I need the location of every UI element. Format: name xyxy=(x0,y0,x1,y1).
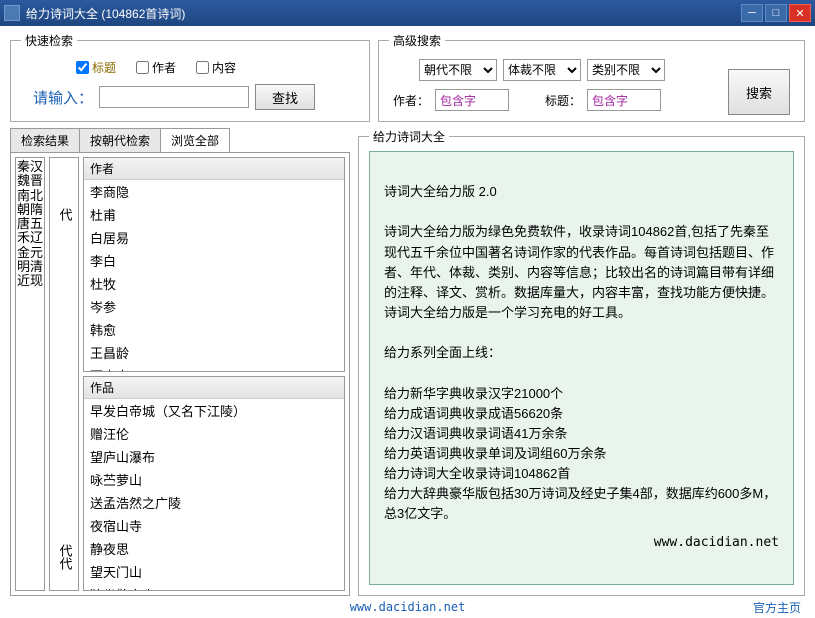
tab-results[interactable]: 检索结果 xyxy=(10,128,80,152)
quick-prompt: 请输入： xyxy=(33,87,93,108)
poem-panel: 给力诗词大全 诗词大全给力版 2.0 诗词大全给力版为绿色免费软件，收录诗词10… xyxy=(358,128,805,596)
list-item[interactable]: 岑参 xyxy=(84,295,344,318)
maximize-button[interactable]: □ xyxy=(765,4,787,22)
check-content[interactable]: 内容 xyxy=(196,59,236,76)
list-item[interactable]: 聂夷中 xyxy=(84,364,344,372)
check-title-box[interactable] xyxy=(76,61,89,74)
poem-legend: 给力诗词大全 xyxy=(369,128,449,145)
list-item[interactable]: 望庐山瀑布 xyxy=(84,445,344,468)
poem-url: www.dacidian.net xyxy=(384,533,779,553)
minimize-button[interactable]: ─ xyxy=(741,4,763,22)
footer: www.dacidian.net 官方主页 xyxy=(10,596,805,614)
list-item[interactable]: 李白 xyxy=(84,249,344,272)
list-item[interactable]: 李商隐 xyxy=(84,180,344,203)
poem-content[interactable]: 诗词大全给力版 2.0 诗词大全给力版为绿色免费软件，收录诗词104862首,包… xyxy=(369,151,794,585)
list-item[interactable]: 送孟浩然之广陵 xyxy=(84,491,344,514)
list-item[interactable]: 咏苎萝山 xyxy=(84,468,344,491)
list-item[interactable]: 赠汪伦 xyxy=(84,422,344,445)
dynasty-column-2[interactable]: 代 代代 xyxy=(49,157,79,591)
author-list[interactable]: 作者 李商隐杜甫白居易李白杜牧岑参韩愈王昌龄聂夷中 xyxy=(83,157,345,372)
author-label: 作者： xyxy=(393,92,429,109)
footer-site[interactable]: www.dacidian.net xyxy=(350,600,466,614)
list-item[interactable]: 夜宿山寺 xyxy=(84,514,344,537)
list-item[interactable]: 独坐敬亭山 xyxy=(84,583,344,591)
advanced-search-group: 高级搜索 朝代不限 体裁不限 类别不限 作者： 标题： 搜索 xyxy=(378,32,805,122)
list-item[interactable]: 静夜思 xyxy=(84,537,344,560)
find-button[interactable]: 查找 xyxy=(255,84,315,110)
list-item[interactable]: 早发白帝城（又名下江陵） xyxy=(84,399,344,422)
tab-dynasty[interactable]: 按朝代检索 xyxy=(79,128,161,152)
quick-legend: 快速检索 xyxy=(21,32,77,49)
footer-home-link[interactable]: 官方主页 xyxy=(753,599,801,616)
quick-input[interactable] xyxy=(99,86,249,108)
tab-browse-all[interactable]: 浏览全部 xyxy=(160,128,230,152)
list-item[interactable]: 杜甫 xyxy=(84,203,344,226)
work-list[interactable]: 作品 早发白帝城（又名下江陵）赠汪伦望庐山瀑布咏苎萝山送孟浩然之广陵夜宿山寺静夜… xyxy=(83,376,345,591)
dynasty-column[interactable]: 秦汉魏晋南北朝隋唐五禾辽金元明清近现 xyxy=(15,157,45,591)
check-content-box[interactable] xyxy=(196,61,209,74)
author-input[interactable] xyxy=(435,89,509,111)
close-button[interactable]: ✕ xyxy=(789,4,811,22)
left-pane: 检索结果 按朝代检索 浏览全部 秦汉魏晋南北朝隋唐五禾辽金元明清近现 代 代代 … xyxy=(10,128,350,596)
app-icon xyxy=(4,5,20,21)
title-input[interactable] xyxy=(587,89,661,111)
title-label: 标题： xyxy=(545,92,581,109)
window-title: 给力诗词大全 (104862首诗词) xyxy=(26,5,741,22)
search-button[interactable]: 搜索 xyxy=(728,69,790,115)
titlebar: 给力诗词大全 (104862首诗词) ─ □ ✕ xyxy=(0,0,815,26)
form-select[interactable]: 体裁不限 xyxy=(503,59,581,81)
check-title[interactable]: 标题 xyxy=(76,59,116,76)
quick-search-group: 快速检索 标题 作者 内容 请输入： 查找 xyxy=(10,32,370,122)
category-select[interactable]: 类别不限 xyxy=(587,59,665,81)
author-header: 作者 xyxy=(84,158,344,180)
list-item[interactable]: 王昌龄 xyxy=(84,341,344,364)
list-item[interactable]: 望天门山 xyxy=(84,560,344,583)
list-item[interactable]: 杜牧 xyxy=(84,272,344,295)
list-item[interactable]: 韩愈 xyxy=(84,318,344,341)
check-author-box[interactable] xyxy=(136,61,149,74)
dynasty-select[interactable]: 朝代不限 xyxy=(419,59,497,81)
work-header: 作品 xyxy=(84,377,344,399)
list-item[interactable]: 白居易 xyxy=(84,226,344,249)
adv-legend: 高级搜索 xyxy=(389,32,445,49)
check-author[interactable]: 作者 xyxy=(136,59,176,76)
